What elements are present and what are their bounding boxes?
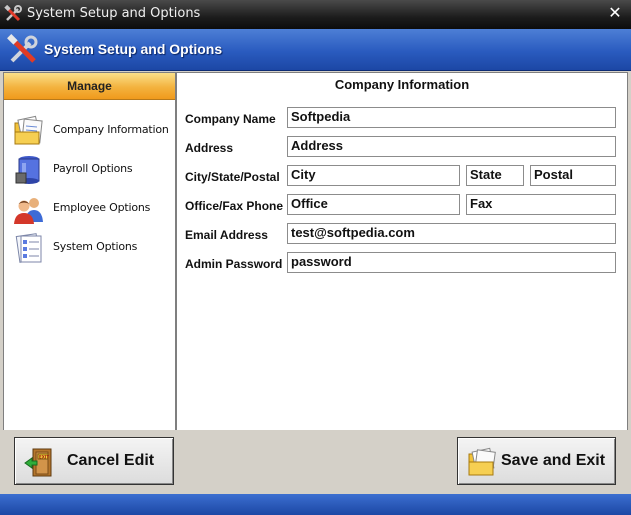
- city-field[interactable]: City: [287, 165, 460, 186]
- checklist-icon: [15, 233, 42, 263]
- sidebar: Manage Company Information Payroll Optio…: [3, 72, 176, 432]
- address-field[interactable]: Address: [287, 136, 616, 157]
- company-name-field[interactable]: Softpedia: [287, 107, 616, 128]
- state-field[interactable]: State: [466, 165, 524, 186]
- exit-door-icon: EXIT: [24, 448, 52, 477]
- employees-icon: [14, 198, 43, 224]
- sidebar-list: Company Information Payroll Options Empl…: [4, 100, 175, 266]
- folder-documents-icon: [14, 115, 43, 145]
- section-title: Company Information: [334, 77, 470, 92]
- svg-text:EXIT: EXIT: [39, 455, 49, 460]
- fax-phone-field[interactable]: Fax: [466, 194, 616, 215]
- email-label: Email Address: [185, 228, 268, 242]
- footer: EXIT Cancel Edit Save and Exit: [0, 430, 631, 494]
- sidebar-item-system-options[interactable]: System Options: [4, 227, 175, 266]
- address-label: Address: [185, 141, 234, 155]
- office-phone-field[interactable]: Office: [287, 194, 460, 215]
- title-bar: System Setup and Options ✕: [0, 0, 631, 29]
- city-state-postal-label: City/State/Postal: [185, 170, 280, 184]
- sidebar-item-label: Employee Options: [53, 201, 151, 214]
- company-information-panel: Company Information Company Name Softped…: [176, 72, 628, 432]
- email-field[interactable]: test@softpedia.com: [287, 223, 616, 244]
- close-icon[interactable]: ✕: [605, 3, 625, 23]
- sidebar-item-label: Company Information: [53, 123, 169, 136]
- sidebar-heading: Manage: [4, 73, 175, 100]
- cancel-edit-label: Cancel Edit: [67, 452, 155, 469]
- sidebar-item-payroll-options[interactable]: Payroll Options: [4, 149, 175, 188]
- sidebar-item-label: Payroll Options: [53, 162, 133, 175]
- office-fax-label: Office/Fax Phone: [185, 199, 284, 213]
- company-name-label: Company Name: [185, 112, 276, 126]
- save-folder-icon: [468, 447, 496, 476]
- bottom-strip: [0, 494, 631, 515]
- header-banner: System Setup and Options: [0, 29, 631, 71]
- setup-window: System Setup and Options ✕ System Setup …: [0, 0, 631, 515]
- postal-field[interactable]: Postal: [530, 165, 616, 186]
- save-and-exit-label: Save and Exit: [501, 452, 606, 469]
- header-title: System Setup and Options: [44, 41, 223, 57]
- admin-password-field[interactable]: password: [287, 252, 616, 273]
- cancel-edit-button[interactable]: EXIT Cancel Edit: [14, 437, 174, 485]
- tools-icon: [4, 5, 22, 22]
- save-and-exit-button[interactable]: Save and Exit: [457, 437, 616, 485]
- sidebar-item-company-information[interactable]: Company Information: [4, 110, 175, 149]
- tools-icon: [7, 34, 38, 63]
- admin-password-label: Admin Password: [185, 257, 283, 271]
- payroll-jar-icon: [15, 156, 40, 184]
- window-title: System Setup and Options: [27, 6, 201, 21]
- sidebar-item-employee-options[interactable]: Employee Options: [4, 188, 175, 227]
- sidebar-item-label: System Options: [53, 240, 138, 253]
